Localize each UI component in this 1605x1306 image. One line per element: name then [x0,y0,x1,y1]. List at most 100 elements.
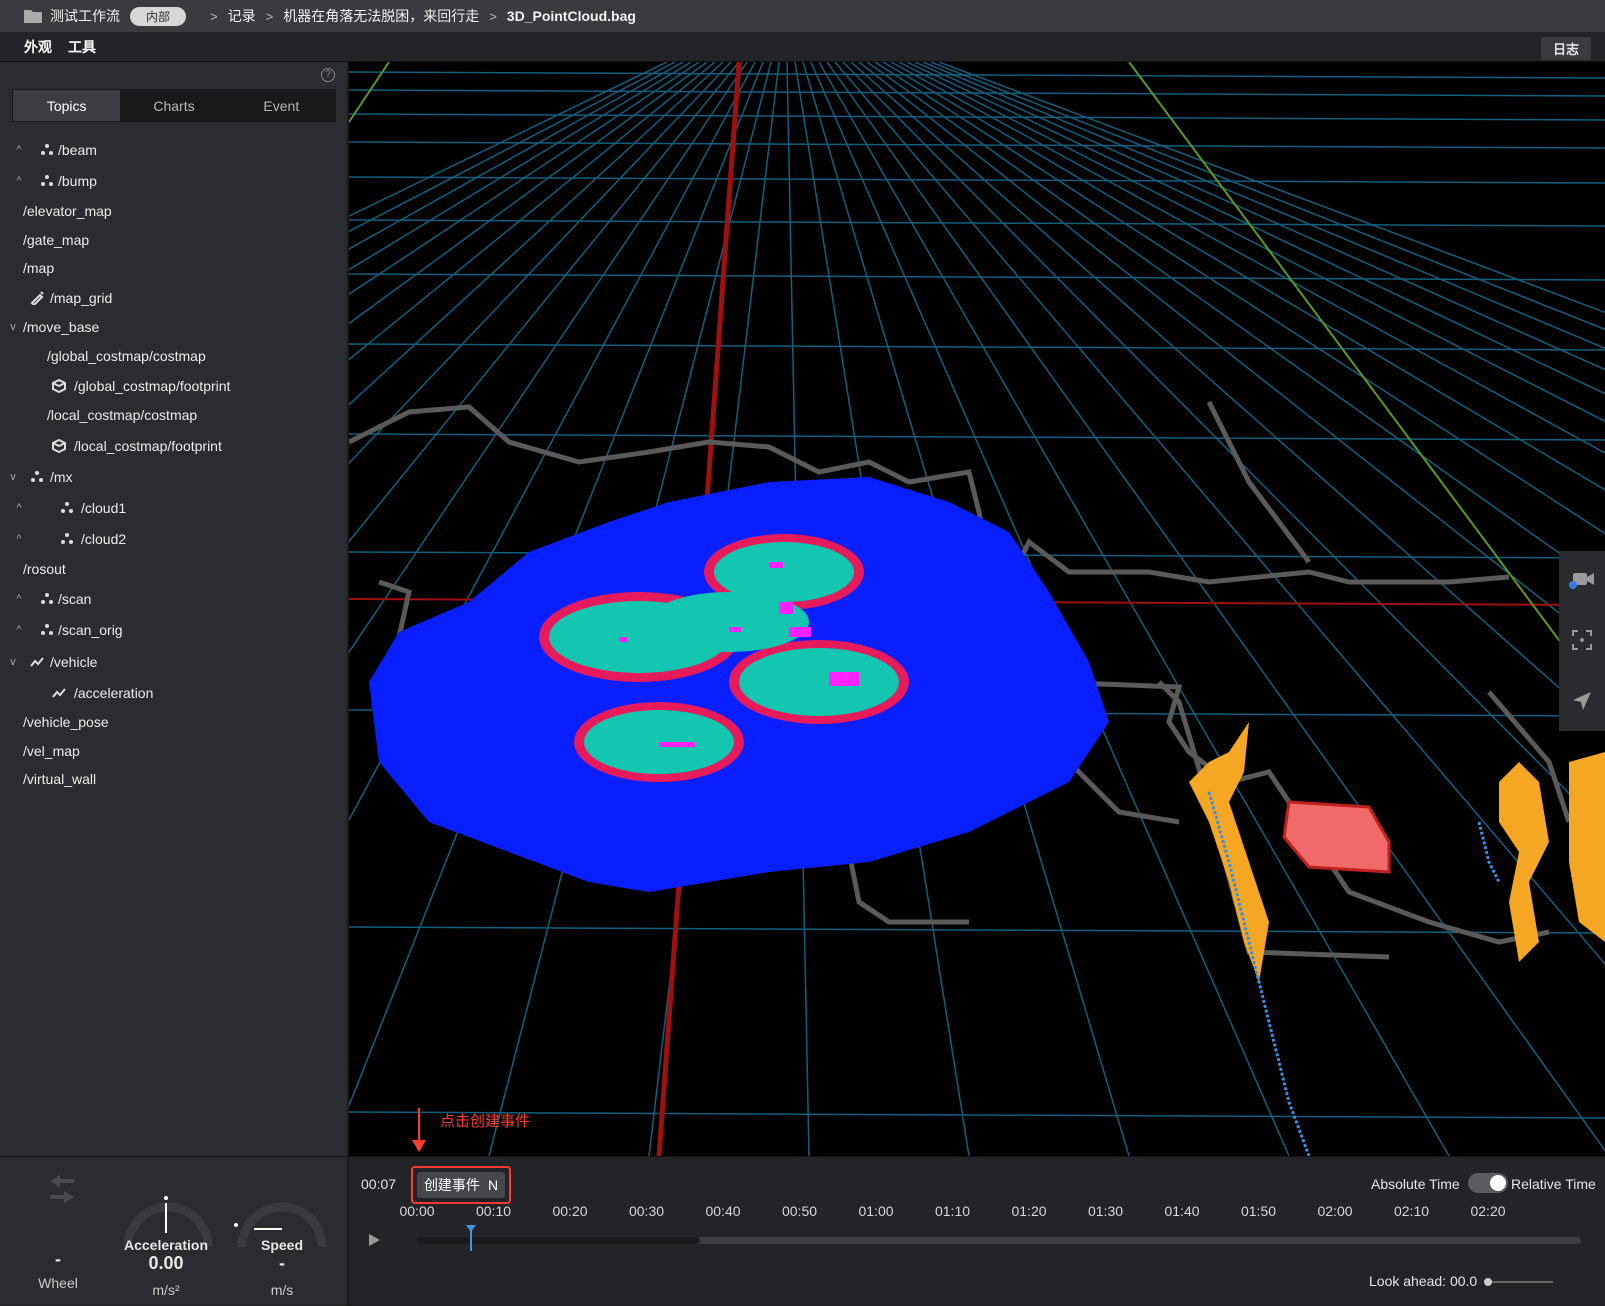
chevron-up-icon[interactable]: ^ [14,533,24,545]
points-icon [38,621,56,639]
time-tick-label: 00:00 [399,1203,435,1219]
grid-line [349,1111,1605,1119]
create-event-label: 创建事件 [423,1177,480,1193]
costmap-layer [369,477,1109,892]
tab-topics[interactable]: Topics [13,90,121,121]
title-bar: 测试工作流 内部 > 记录 > 机器在角落无法脱困，来回行走 > 3D_Poin… [0,0,1605,32]
wheel-label: Wheel [38,1275,78,1291]
menu-tools[interactable]: 工具 [68,37,96,57]
topic-label: /global_costmap/costmap [47,348,206,364]
chevron-up-icon[interactable]: ^ [14,624,24,636]
speed-value: - [279,1253,285,1273]
gauge-dot [164,1196,168,1200]
gauge-dot [234,1223,238,1227]
chevron-down-icon[interactable]: v [8,656,18,668]
time-mode-toggle[interactable] [1468,1173,1508,1193]
time-tick-label: 02:10 [1393,1203,1430,1219]
grid-line [349,273,1605,281]
folder-icon [24,10,42,23]
navigate-icon[interactable] [1571,690,1593,712]
green-axis-line [1128,62,1605,703]
vehicle-gauges: - Wheel Acceleration 0.00 m/s² Speed - m… [0,1156,348,1305]
tab-event[interactable]: Event [228,90,335,121]
visibility-badge: 内部 [130,6,187,26]
topic-label: /rosout [23,561,66,577]
breadcrumb-record-name[interactable]: 机器在角落无法脱困，来回行走 [283,6,479,26]
chevron-down-icon[interactable]: v [8,321,18,333]
current-time: 00:07 [361,1176,397,1192]
speed-label: Speed [260,1237,303,1253]
grid-line [349,433,1605,441]
time-tick-label: 01:00 [858,1203,894,1219]
menu-bar: 外观 工具 日志 [0,32,1605,62]
annotation-arrow-head [412,1140,426,1152]
tab-charts[interactable]: Charts [120,90,227,121]
create-event-button[interactable]: 创建事件 N [417,1172,505,1198]
play-icon[interactable] [366,1232,382,1248]
acceleration-value: 0.00 [148,1253,184,1273]
time-tick-label: 00:50 [781,1203,818,1219]
grid-line [349,141,1605,149]
points-icon [58,499,76,517]
time-tick-label: 02:00 [1317,1203,1353,1219]
wheel-value: - [55,1249,61,1269]
breadcrumb-separator: > [265,8,274,24]
topic-label: /gate_map [23,232,90,248]
log-button[interactable]: 日志 [1540,37,1591,60]
time-tick-label: 00:10 [475,1203,512,1219]
3d-viewport[interactable] [349,62,1605,1156]
grid-line [349,176,1605,184]
line-chart-icon [28,653,46,671]
chevron-up-icon[interactable]: ^ [14,502,24,514]
camera-icon[interactable] [1569,570,1595,590]
topic-label: /vel_map [23,743,80,759]
points-icon [28,468,46,486]
chevron-up-icon[interactable]: ^ [14,144,24,156]
scene-canvas [349,62,1605,1156]
points-icon [38,141,56,159]
points-icon [38,590,56,608]
topic-label: /acceleration [74,685,154,701]
acceleration-unit: m/s² [152,1282,180,1298]
pen-icon [28,289,46,307]
sidebar: ? Topics Charts Event ^ /beam ^ /bump/eleva… [0,62,348,1156]
topic-label: /vehicle_pose [23,714,109,730]
time-tick-label: 01:10 [934,1203,971,1219]
breadcrumb-separator: > [210,8,218,24]
fit-view-icon[interactable] [1571,629,1593,651]
points-icon [58,530,76,548]
timeline-track[interactable] [417,1237,1581,1244]
chevron-down-icon[interactable]: v [8,471,18,483]
topic-label: /elevator_map [23,203,112,219]
help-icon[interactable]: ? [321,68,335,82]
chevron-up-icon[interactable]: ^ [14,175,24,187]
menu-appearance[interactable]: 外观 [24,37,52,57]
wheel-icon [50,1175,74,1203]
time-tick-label: 01:20 [1011,1203,1047,1219]
topic-label: /virtual_wall [23,771,97,787]
workflow-name[interactable]: 测试工作流 [50,6,120,26]
acceleration-label: Acceleration [123,1237,209,1253]
topic-label: /global_costmap/footprint [74,378,231,394]
breadcrumb-separator: > [489,8,497,24]
time-tick-label: 01:40 [1164,1203,1200,1219]
robot-footprint [1282,800,1391,874]
grid-line [349,219,1605,227]
look-ahead-slider[interactable] [1484,1278,1553,1286]
playhead[interactable] [465,1225,477,1251]
time-tick-label: 00:20 [552,1203,588,1219]
time-tick-label: 01:50 [1240,1203,1277,1219]
breadcrumb-file: 3D_PointCloud.bag [506,8,636,24]
look-ahead-knob[interactable] [1484,1278,1492,1286]
cube-icon [50,377,68,395]
topic-label: /local_costmap/footprint [74,438,222,454]
create-event-highlight: 创建事件 N [411,1166,511,1204]
topic-label: /move_base [23,319,100,335]
topic-label: /map_grid [50,290,113,306]
topic-label: /scan_orig [58,622,123,638]
annotation-text: 点击创建事件 [440,1113,531,1130]
chevron-up-icon[interactable]: ^ [14,593,24,605]
time-tick-label: 01:30 [1087,1203,1124,1219]
line-chart-icon [50,684,68,702]
breadcrumb-records[interactable]: 记录 [228,6,256,26]
